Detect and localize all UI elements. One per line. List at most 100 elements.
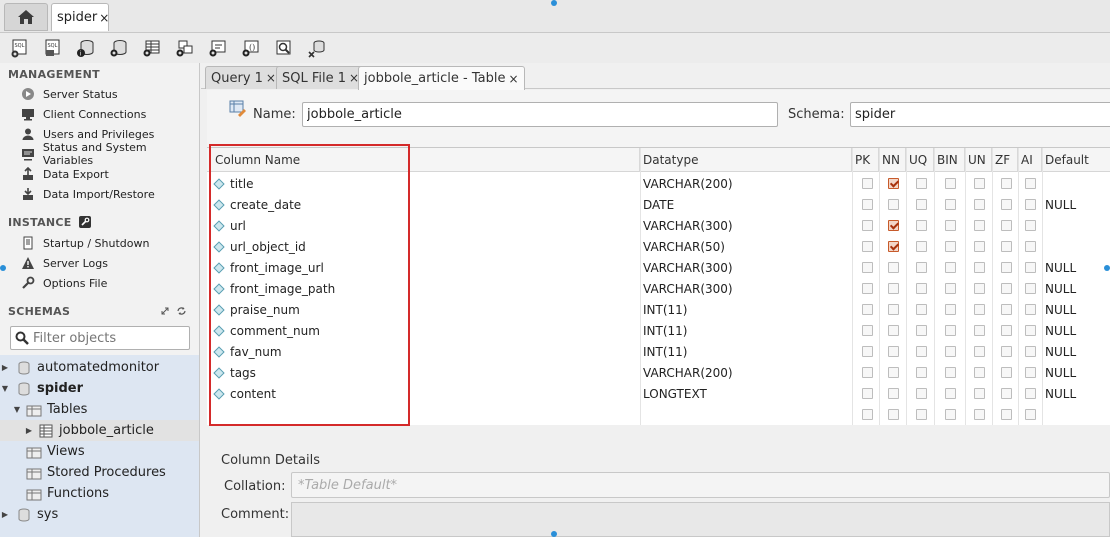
- zf-checkbox[interactable]: [1001, 409, 1012, 420]
- header-ai[interactable]: AI: [1018, 148, 1042, 172]
- nn-checkbox[interactable]: [888, 409, 899, 420]
- nav-server-logs[interactable]: Server Logs: [20, 253, 108, 273]
- create-table-button[interactable]: [140, 36, 164, 60]
- datatype-cell[interactable]: VARCHAR(50): [643, 236, 725, 257]
- tree-schema-spider[interactable]: ▼ spider: [0, 378, 199, 399]
- zf-checkbox[interactable]: [1001, 178, 1012, 189]
- header-default[interactable]: Default: [1042, 148, 1110, 172]
- datatype-cell[interactable]: VARCHAR(300): [643, 257, 733, 278]
- nn-checkbox[interactable]: [888, 241, 899, 252]
- tree-schema-sys[interactable]: ▶ sys: [0, 504, 199, 525]
- table-name-input[interactable]: [302, 102, 778, 127]
- connection-tab-spider[interactable]: spider ×: [51, 3, 109, 31]
- uq-checkbox[interactable]: [916, 325, 927, 336]
- filter-objects-input[interactable]: [33, 330, 183, 346]
- nn-checkbox[interactable]: [888, 199, 899, 210]
- table-row[interactable]: tags VARCHAR(200) NULL: [207, 362, 1110, 383]
- zf-checkbox[interactable]: [1001, 325, 1012, 336]
- uq-checkbox[interactable]: [916, 346, 927, 357]
- tab-jobbole-article-table[interactable]: jobbole_article - Table ×: [358, 66, 525, 90]
- datatype-cell[interactable]: DATE: [643, 194, 674, 215]
- pk-checkbox[interactable]: [862, 283, 873, 294]
- ai-checkbox[interactable]: [1025, 283, 1036, 294]
- table-row[interactable]: [207, 404, 1110, 425]
- nn-checkbox[interactable]: [888, 304, 899, 315]
- zf-checkbox[interactable]: [1001, 283, 1012, 294]
- zf-checkbox[interactable]: [1001, 220, 1012, 231]
- reconnect-button[interactable]: [305, 36, 329, 60]
- open-sql-script-button[interactable]: SQL: [41, 36, 65, 60]
- pk-checkbox[interactable]: [862, 262, 873, 273]
- nav-client-connections[interactable]: Client Connections: [20, 104, 146, 124]
- bin-checkbox[interactable]: [945, 220, 956, 231]
- ai-checkbox[interactable]: [1025, 241, 1036, 252]
- ai-checkbox[interactable]: [1025, 178, 1036, 189]
- nn-checkbox[interactable]: [888, 388, 899, 399]
- un-checkbox[interactable]: [974, 367, 985, 378]
- zf-checkbox[interactable]: [1001, 367, 1012, 378]
- bin-checkbox[interactable]: [945, 178, 956, 189]
- ai-checkbox[interactable]: [1025, 325, 1036, 336]
- table-row[interactable]: url VARCHAR(300): [207, 215, 1110, 236]
- un-checkbox[interactable]: [974, 325, 985, 336]
- nn-checkbox[interactable]: [888, 262, 899, 273]
- close-icon[interactable]: ×: [266, 71, 276, 85]
- un-checkbox[interactable]: [974, 283, 985, 294]
- bin-checkbox[interactable]: [945, 325, 956, 336]
- ai-checkbox[interactable]: [1025, 388, 1036, 399]
- uq-checkbox[interactable]: [916, 220, 927, 231]
- table-row[interactable]: comment_num INT(11) NULL: [207, 320, 1110, 341]
- table-row[interactable]: content LONGTEXT NULL: [207, 383, 1110, 404]
- zf-checkbox[interactable]: [1001, 241, 1012, 252]
- zf-checkbox[interactable]: [1001, 388, 1012, 399]
- bin-checkbox[interactable]: [945, 388, 956, 399]
- datatype-cell[interactable]: INT(11): [643, 341, 687, 362]
- header-pk[interactable]: PK: [852, 148, 879, 172]
- nav-server-status[interactable]: Server Status: [20, 84, 118, 104]
- uq-checkbox[interactable]: [916, 304, 927, 315]
- uq-checkbox[interactable]: [916, 367, 927, 378]
- column-name-cell[interactable]: url_object_id: [207, 236, 306, 257]
- comment-textarea[interactable]: [291, 502, 1110, 537]
- create-procedure-button[interactable]: [206, 36, 230, 60]
- un-checkbox[interactable]: [974, 220, 985, 231]
- uq-checkbox[interactable]: [916, 409, 927, 420]
- table-row[interactable]: front_image_url VARCHAR(300) NULL: [207, 257, 1110, 278]
- column-name-cell[interactable]: create_date: [207, 194, 301, 215]
- un-checkbox[interactable]: [974, 346, 985, 357]
- bin-checkbox[interactable]: [945, 241, 956, 252]
- nav-startup-shutdown[interactable]: Startup / Shutdown: [20, 233, 149, 253]
- column-name-cell[interactable]: fav_num: [207, 341, 282, 362]
- uq-checkbox[interactable]: [916, 178, 927, 189]
- nn-checkbox[interactable]: [888, 283, 899, 294]
- uq-checkbox[interactable]: [916, 262, 927, 273]
- uq-checkbox[interactable]: [916, 388, 927, 399]
- column-name-cell[interactable]: praise_num: [207, 299, 300, 320]
- search-table-data-button[interactable]: [272, 36, 296, 60]
- nn-checkbox[interactable]: [888, 367, 899, 378]
- table-row[interactable]: create_date DATE NULL: [207, 194, 1110, 215]
- schema-inspector-button[interactable]: i: [74, 36, 98, 60]
- create-schema-button[interactable]: [107, 36, 131, 60]
- pk-checkbox[interactable]: [862, 304, 873, 315]
- un-checkbox[interactable]: [974, 388, 985, 399]
- close-icon[interactable]: ×: [508, 72, 518, 86]
- tree-folder-tables[interactable]: ▼ Tables: [0, 399, 199, 420]
- zf-checkbox[interactable]: [1001, 346, 1012, 357]
- tab-sql-file-1[interactable]: SQL File 1 ×: [276, 66, 366, 89]
- ai-checkbox[interactable]: [1025, 346, 1036, 357]
- datatype-cell[interactable]: VARCHAR(300): [643, 278, 733, 299]
- header-uq[interactable]: UQ: [906, 148, 934, 172]
- tree-folder-views[interactable]: Views: [0, 441, 199, 462]
- nav-data-import[interactable]: Data Import/Restore: [20, 184, 155, 204]
- uq-checkbox[interactable]: [916, 241, 927, 252]
- expand-arrow-icon[interactable]: ▶: [0, 510, 10, 519]
- pk-checkbox[interactable]: [862, 367, 873, 378]
- nn-checkbox[interactable]: [888, 346, 899, 357]
- default-cell[interactable]: NULL: [1045, 299, 1076, 320]
- expand-icon[interactable]: [160, 306, 170, 316]
- new-sql-tab-button[interactable]: SQL: [8, 36, 32, 60]
- pk-checkbox[interactable]: [862, 346, 873, 357]
- home-tab[interactable]: [4, 3, 48, 31]
- default-cell[interactable]: NULL: [1045, 341, 1076, 362]
